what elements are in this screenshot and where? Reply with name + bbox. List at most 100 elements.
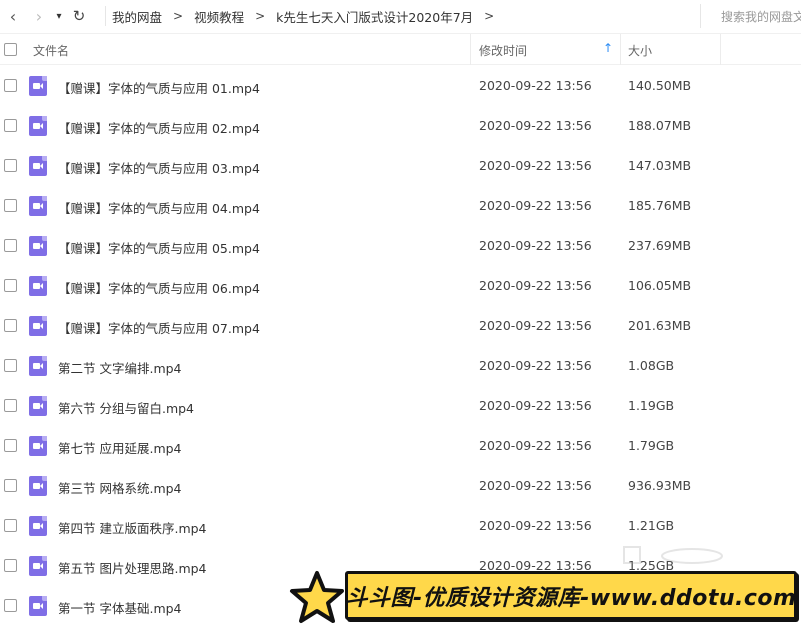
file-modified-time: 2020-09-22 13:56 [479,478,592,493]
video-file-icon [29,116,47,136]
file-modified-time: 2020-09-22 13:56 [479,238,592,253]
video-file-icon [29,396,47,416]
row-checkbox[interactable] [4,479,17,492]
file-name[interactable]: 【赠课】字体的气质与应用 01.mp4 [58,78,260,97]
column-divider[interactable] [720,34,721,65]
row-checkbox[interactable] [4,279,17,292]
file-size: 185.76MB [628,198,692,213]
video-file-icon [29,196,47,216]
breadcrumb-separator: > [255,9,266,23]
video-file-icon [29,316,47,336]
row-checkbox[interactable] [4,359,17,372]
row-checkbox[interactable] [4,239,17,252]
star-icon [290,571,344,623]
video-file-icon [29,476,47,496]
file-size: 1.08GB [628,358,675,373]
video-file-icon [29,76,47,96]
video-file-icon [29,276,47,296]
file-size: 1.79GB [628,438,675,453]
row-checkbox[interactable] [4,119,17,132]
file-name[interactable]: 第五节 图片处理思路.mp4 [58,558,207,577]
file-row[interactable]: 【赠课】字体的气质与应用 04.mp4 2020-09-22 13:56 185.7… [0,186,801,226]
file-modified-time: 2020-09-22 13:56 [479,198,592,213]
file-size: 147.03MB [628,158,692,173]
file-name[interactable]: 【赠课】字体的气质与应用 04.mp4 [58,198,260,217]
breadcrumb-item[interactable]: 我的网盘 [103,7,171,26]
breadcrumb-item[interactable]: k先生七天入门版式设计2020年7月 [267,7,482,26]
file-list-header: 文件名 修改时间 ↑ 大小 [0,33,801,65]
video-file-icon [29,356,47,376]
file-name[interactable]: 【赠课】字体的气质与应用 03.mp4 [58,158,260,177]
file-modified-time: 2020-09-22 13:56 [479,78,592,93]
column-header-name[interactable]: 文件名 [33,42,69,59]
row-checkbox[interactable] [4,199,17,212]
row-checkbox[interactable] [4,439,17,452]
video-file-icon [29,236,47,256]
video-file-icon [29,556,47,576]
watermark-text: 斗斗图-优质设计资源库-www.ddotu.com [345,585,797,611]
file-name[interactable]: 第三节 网格系统.mp4 [58,478,182,497]
file-row[interactable]: 【赠课】字体的气质与应用 06.mp4 2020-09-22 13:56 106.0… [0,266,801,306]
row-checkbox[interactable] [4,519,17,532]
breadcrumb: 我的网盘 > 视频教程 > k先生七天入门版式设计2020年7月 > [103,0,496,32]
video-file-icon [29,436,47,456]
watermark-banner: 斗斗图-优质设计资源库-www.ddotu.com [345,571,797,620]
watermark: 斗斗图-优质设计资源库-www.ddotu.com [288,568,801,627]
column-divider[interactable] [470,34,471,65]
video-file-icon [29,156,47,176]
faint-logo-mark [623,546,723,564]
file-row[interactable]: 第二节 文字编排.mp4 2020-09-22 13:56 1.08GB [0,346,801,386]
file-row[interactable]: 【赠课】字体的气质与应用 01.mp4 2020-09-22 13:56 140.5… [0,66,801,106]
file-size: 237.69MB [628,238,692,253]
column-divider[interactable] [620,34,621,65]
file-row[interactable]: 第六节 分组与留白.mp4 2020-09-22 13:56 1.19GB [0,386,801,426]
search-input[interactable]: 搜索我的网盘文件 [700,4,801,28]
file-name[interactable]: 【赠课】字体的气质与应用 02.mp4 [58,118,260,137]
column-header-time[interactable]: 修改时间 [479,42,527,59]
file-modified-time: 2020-09-22 13:56 [479,318,592,333]
file-size: 1.19GB [628,398,675,413]
forward-icon[interactable]: › [26,0,52,32]
video-file-icon [29,596,47,616]
refresh-icon[interactable]: ↻ [66,0,92,32]
row-checkbox[interactable] [4,79,17,92]
file-name[interactable]: 【赠课】字体的气质与应用 06.mp4 [58,278,260,297]
file-row[interactable]: 【赠课】字体的气质与应用 07.mp4 2020-09-22 13:56 201.6… [0,306,801,346]
file-size: 140.50MB [628,78,692,93]
file-name[interactable]: 第七节 应用延展.mp4 [58,438,182,457]
file-modified-time: 2020-09-22 13:56 [479,358,592,373]
file-row[interactable]: 【赠课】字体的气质与应用 05.mp4 2020-09-22 13:56 237.6… [0,226,801,266]
row-checkbox[interactable] [4,159,17,172]
history-dropdown-icon[interactable]: ▾ [52,0,66,32]
column-header-size[interactable]: 大小 [628,42,652,59]
file-row[interactable]: 第三节 网格系统.mp4 2020-09-22 13:56 936.93MB [0,466,801,506]
file-modified-time: 2020-09-22 13:56 [479,158,592,173]
file-name[interactable]: 第一节 字体基础.mp4 [58,598,182,617]
file-name[interactable]: 【赠课】字体的气质与应用 05.mp4 [58,238,260,257]
breadcrumb-separator: > [484,9,495,23]
file-modified-time: 2020-09-22 13:56 [479,398,592,413]
back-icon[interactable]: ‹ [0,0,26,32]
breadcrumb-item[interactable]: 视频教程 [185,7,253,26]
file-size: 201.63MB [628,318,692,333]
file-row[interactable]: 【赠课】字体的气质与应用 02.mp4 2020-09-22 13:56 188.0… [0,106,801,146]
select-all-checkbox[interactable] [4,43,17,56]
file-size: 188.07MB [628,118,692,133]
row-checkbox[interactable] [4,599,17,612]
row-checkbox[interactable] [4,559,17,572]
row-checkbox[interactable] [4,399,17,412]
file-row[interactable]: 第七节 应用延展.mp4 2020-09-22 13:56 1.79GB [0,426,801,466]
file-modified-time: 2020-09-22 13:56 [479,518,592,533]
file-name[interactable]: 第四节 建立版面秩序.mp4 [58,518,207,537]
file-name[interactable]: 【赠课】字体的气质与应用 07.mp4 [58,318,260,337]
file-modified-time: 2020-09-22 13:56 [479,118,592,133]
row-checkbox[interactable] [4,319,17,332]
sort-ascending-icon[interactable]: ↑ [603,41,613,55]
file-row[interactable]: 【赠课】字体的气质与应用 03.mp4 2020-09-22 13:56 147.0… [0,146,801,186]
file-row[interactable]: 第四节 建立版面秩序.mp4 2020-09-22 13:56 1.21GB [0,506,801,546]
file-list: 【赠课】字体的气质与应用 01.mp4 2020-09-22 13:56 140.5… [0,66,801,626]
file-size: 936.93MB [628,478,692,493]
file-name[interactable]: 第六节 分组与留白.mp4 [58,398,194,417]
breadcrumb-separator: > [173,9,184,23]
file-name[interactable]: 第二节 文字编排.mp4 [58,358,182,377]
